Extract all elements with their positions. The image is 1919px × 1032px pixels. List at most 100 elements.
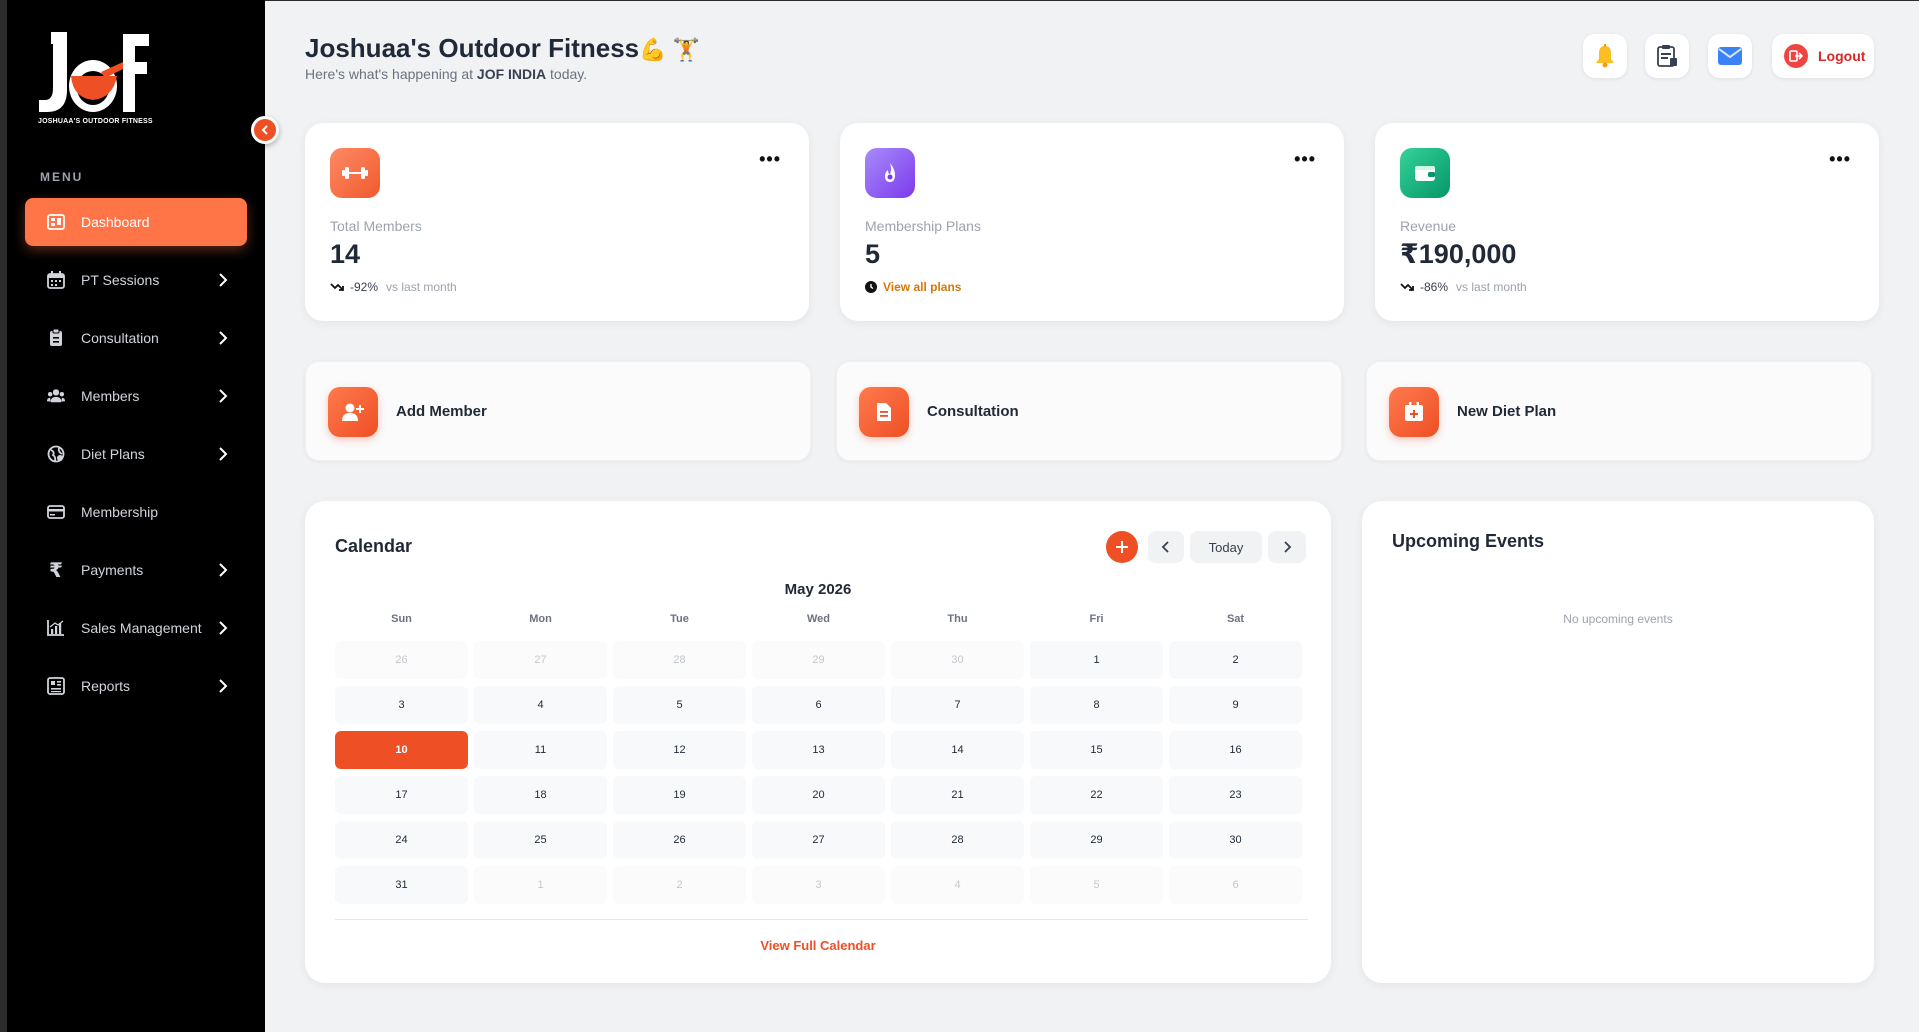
previous-month-button[interactable] — [1148, 531, 1184, 563]
notifications-button[interactable] — [1583, 34, 1627, 78]
calendar-title: Calendar — [335, 536, 413, 556]
calendar-day[interactable]: 28 — [891, 821, 1024, 859]
calendar-day[interactable]: 20 — [752, 776, 885, 814]
calendar-day[interactable]: 12 — [613, 731, 746, 769]
view-full-calendar-link[interactable]: View Full Calendar — [305, 938, 1331, 953]
upcoming-events-card: Upcoming Events No upcoming events — [1362, 501, 1874, 983]
quick-action-add-member[interactable]: Add Member — [305, 361, 811, 461]
trend-note: vs last month — [1456, 280, 1527, 294]
calendar-day[interactable]: 19 — [613, 776, 746, 814]
calendar-day[interactable]: 22 — [1030, 776, 1163, 814]
calendar-day[interactable]: 4 — [474, 686, 607, 724]
fire-icon — [865, 148, 915, 198]
more-options-icon[interactable]: ••• — [1294, 149, 1316, 170]
calendar-day[interactable]: 24 — [335, 821, 468, 859]
empty-state-text: No upcoming events — [1563, 612, 1673, 626]
sidebar-item-pt-sessions[interactable]: PT Sessions — [25, 256, 247, 304]
weekday-header: Fri — [1089, 613, 1104, 625]
weekday-header: Tue — [670, 613, 689, 625]
report-icon — [47, 677, 65, 695]
trend-note: vs last month — [386, 280, 457, 294]
chevron-right-icon — [219, 273, 228, 287]
sidebar-collapse-button[interactable] — [251, 116, 279, 144]
calendar-day[interactable]: 15 — [1030, 731, 1163, 769]
calendar-day[interactable]: 5 — [1030, 866, 1163, 904]
calendar-day[interactable]: 9 — [1169, 686, 1302, 724]
more-options-icon[interactable]: ••• — [1829, 149, 1851, 170]
calendar-day[interactable]: 2 — [613, 866, 746, 904]
calendar-day[interactable]: 4 — [891, 866, 1024, 904]
calendar-day[interactable]: 27 — [474, 641, 607, 679]
calendar-day[interactable]: 28 — [613, 641, 746, 679]
calendar-day[interactable]: 31 — [335, 866, 468, 904]
calendar-card: Calendar Today May 2026 Sun Mon Tue Wed Thu F… — [305, 501, 1331, 983]
trend-value: -86% — [1420, 280, 1449, 294]
logout-button[interactable]: Logout — [1772, 34, 1874, 78]
stat-value: 14 — [330, 239, 361, 269]
calendar-day[interactable]: 6 — [752, 686, 885, 724]
chevron-right-icon — [219, 389, 228, 403]
add-event-button[interactable] — [1106, 531, 1138, 563]
calendar-day[interactable]: 6 — [1169, 866, 1302, 904]
calendar-day[interactable]: 21 — [891, 776, 1024, 814]
stat-card-revenue: ••• Revenue ₹190,000 -86% vs last month — [1375, 123, 1879, 321]
sidebar-item-consultation[interactable]: Consultation — [25, 314, 247, 362]
calendar-day[interactable]: 1 — [474, 866, 607, 904]
calendar-day[interactable]: 1 — [1030, 641, 1163, 679]
calendar-day[interactable]: 11 — [474, 731, 607, 769]
subtitle-prefix: Here's what's happening at — [305, 66, 474, 82]
calendar-plus-icon — [1389, 387, 1439, 437]
calendar-day[interactable]: 17 — [335, 776, 468, 814]
sidebar-item-diet-plans[interactable]: Diet Plans — [25, 430, 247, 478]
clipboard-report-icon — [1657, 45, 1677, 67]
calendar-month-label: May 2026 — [784, 581, 852, 598]
subtitle-suffix: today. — [550, 66, 588, 82]
wallet-icon — [1400, 148, 1450, 198]
brand-logo[interactable] — [37, 28, 177, 132]
calendar-day[interactable]: 23 — [1169, 776, 1302, 814]
calendar-day[interactable]: 29 — [752, 641, 885, 679]
calendar-day[interactable]: 8 — [1030, 686, 1163, 724]
calendar-day[interactable]: 30 — [891, 641, 1024, 679]
calendar-day[interactable]: 7 — [891, 686, 1024, 724]
main-content: Joshuaa's Outdoor Fitness💪 🏋 Here's what… — [265, 1, 1919, 1032]
calendar-day[interactable]: 18 — [474, 776, 607, 814]
quick-action-consultation[interactable]: Consultation — [836, 361, 1342, 461]
bell-icon — [1596, 44, 1614, 68]
calendar-day[interactable]: 26 — [335, 641, 468, 679]
calendar-day[interactable]: 27 — [752, 821, 885, 859]
logout-icon — [1784, 44, 1808, 68]
view-all-plans-link[interactable]: View all plans — [865, 280, 961, 294]
sidebar-item-membership[interactable]: Membership — [25, 488, 247, 536]
quick-action-new-diet-plan[interactable]: New Diet Plan — [1366, 361, 1872, 461]
subtitle-org: JOF INDIA — [476, 66, 547, 82]
clipboard-icon — [47, 329, 65, 347]
sidebar-item-sales-management[interactable]: Sales Management — [25, 604, 247, 652]
calendar-day[interactable]: 30 — [1169, 821, 1302, 859]
sidebar-item-reports[interactable]: Reports — [25, 662, 247, 710]
view-all-plans-label: View all plans — [883, 280, 962, 294]
next-month-button[interactable] — [1268, 531, 1306, 563]
calendar-day[interactable]: 2 — [1169, 641, 1302, 679]
calendar-day[interactable]: 5 — [613, 686, 746, 724]
calendar-day[interactable]: 25 — [474, 821, 607, 859]
calendar-day-today[interactable]: 10 — [335, 731, 468, 769]
calendar-day[interactable]: 16 — [1169, 731, 1302, 769]
bar-chart-icon — [47, 619, 65, 637]
messages-button[interactable] — [1708, 34, 1752, 78]
more-options-icon[interactable]: ••• — [759, 149, 781, 170]
sidebar-item-members[interactable]: Members — [25, 372, 247, 420]
sidebar-item-payments[interactable]: ₹ Payments — [25, 546, 247, 594]
calendar-day[interactable]: 3 — [335, 686, 468, 724]
chevron-right-icon — [1284, 541, 1292, 553]
today-button[interactable]: Today — [1190, 531, 1262, 563]
calendar-day[interactable]: 14 — [891, 731, 1024, 769]
calendar-day[interactable]: 3 — [752, 866, 885, 904]
stat-label: Membership Plans — [865, 218, 981, 234]
chevron-right-icon — [219, 447, 228, 461]
calendar-day[interactable]: 13 — [752, 731, 885, 769]
calendar-day[interactable]: 26 — [613, 821, 746, 859]
sidebar-item-dashboard[interactable]: Dashboard — [25, 198, 247, 246]
calendar-day[interactable]: 29 — [1030, 821, 1163, 859]
clipboard-button[interactable] — [1645, 34, 1689, 78]
